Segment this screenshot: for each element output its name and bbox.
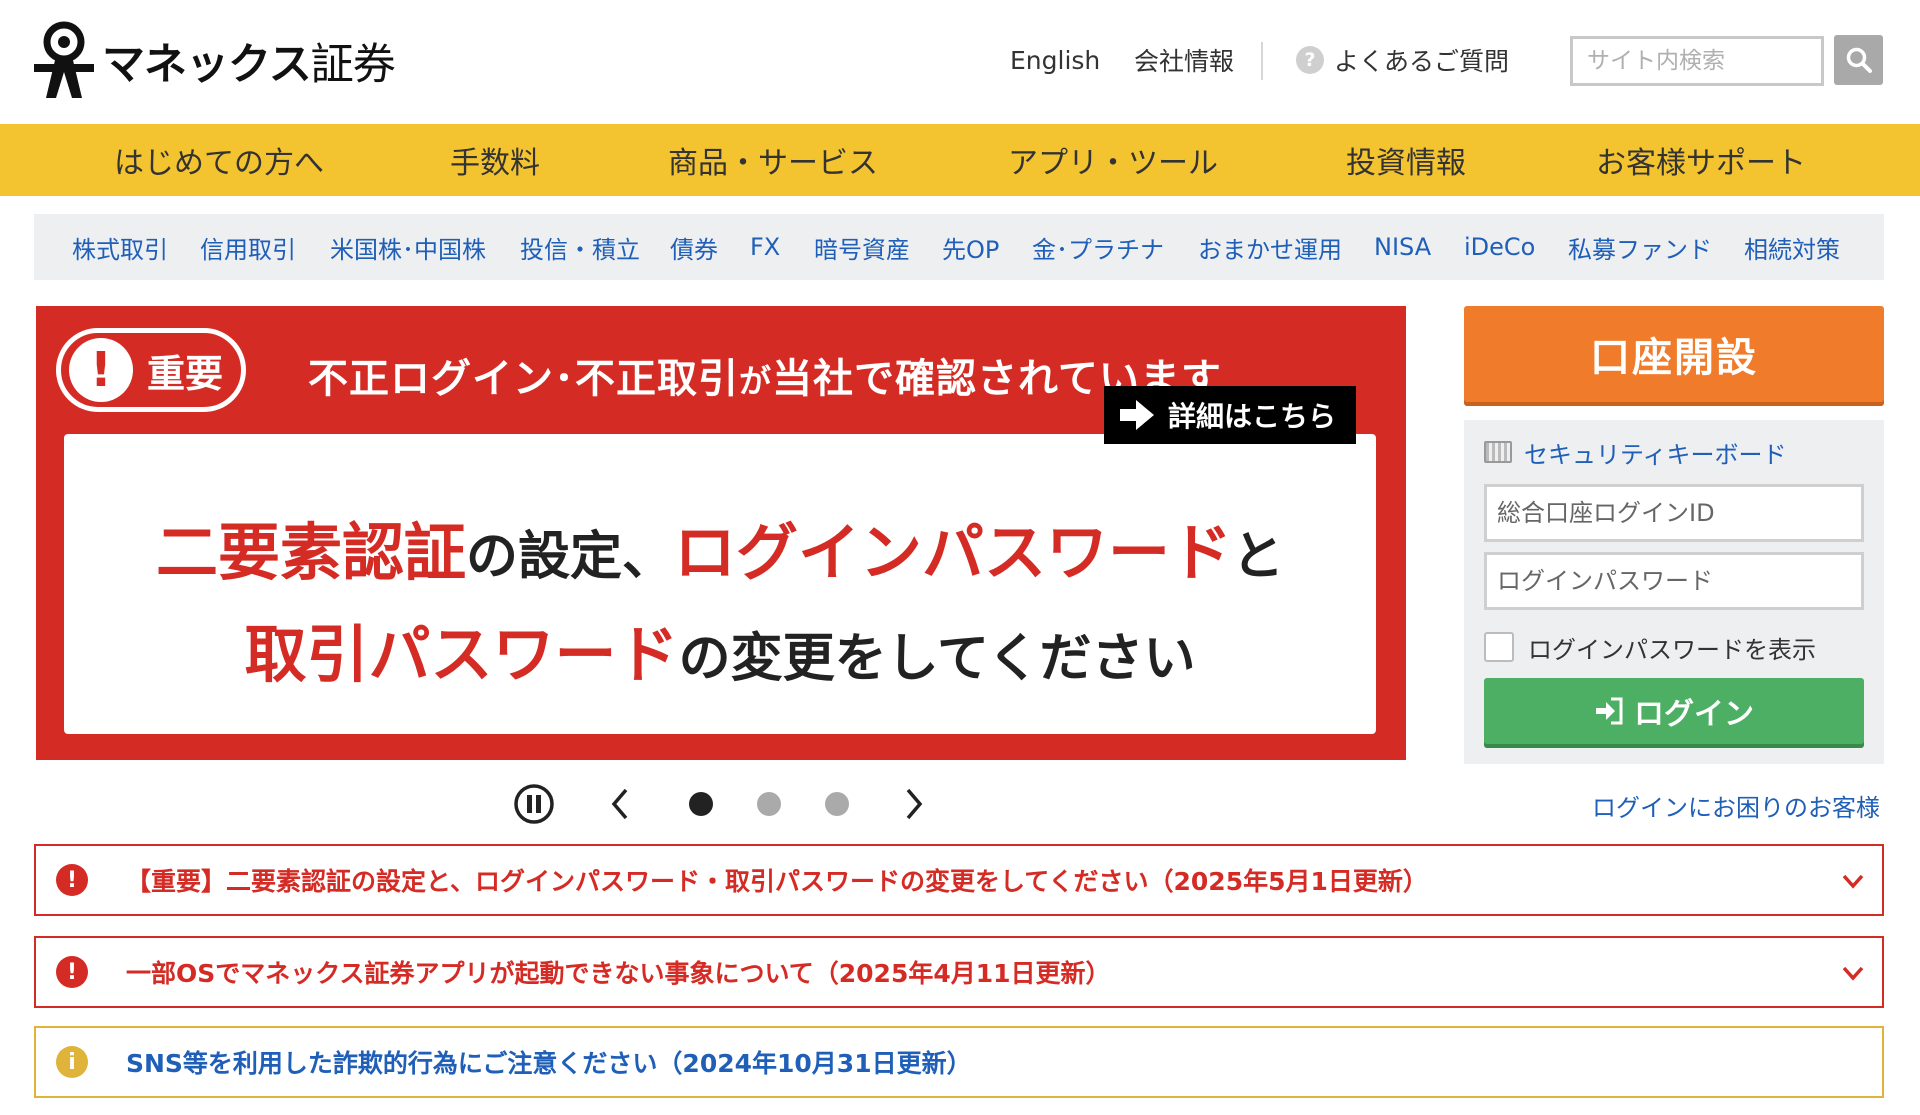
banner-message-panel: 二要素認証の設定、ログインパスワードと 取引パスワードの変更をしてください bbox=[64, 434, 1376, 734]
banner-detail-button[interactable]: 詳細はこちら bbox=[1104, 386, 1356, 444]
login-panel: セキュリティキーボード ログインパスワードを表示 ログイン bbox=[1464, 420, 1884, 764]
main-nav-products[interactable]: 商品・サービス bbox=[668, 124, 878, 196]
login-help-link[interactable]: ログインにお困りのお客様 bbox=[1592, 788, 1880, 823]
notice-text: SNS等を利用した詐欺的行為にご注意ください（2024年10月31日更新） bbox=[126, 1049, 972, 1078]
sub-nav: 株式取引 信用取引 米国株･中国株 投信・積立 債券 FX 暗号資産 先OP 金… bbox=[34, 214, 1884, 280]
arrow-right-icon bbox=[1120, 400, 1154, 430]
chevron-down-icon[interactable] bbox=[1840, 868, 1866, 894]
chevron-right-icon bbox=[906, 788, 923, 820]
alert-icon: ! bbox=[56, 864, 88, 896]
site-search-input[interactable] bbox=[1570, 36, 1824, 86]
info-icon: i bbox=[56, 1046, 88, 1078]
notice-text: 【重要】二要素認証の設定と、ログインパスワード・取引パスワードの変更をしてくださ… bbox=[126, 867, 1428, 896]
carousel-dot-1[interactable] bbox=[689, 792, 713, 816]
exclamation-icon: ! bbox=[69, 338, 133, 402]
banner-message-line2: 取引パスワードの変更をしてください bbox=[244, 618, 1196, 691]
header-divider bbox=[1261, 42, 1263, 80]
sub-nav-private-funds[interactable]: 私募ファンド bbox=[1568, 214, 1712, 280]
notice-item[interactable]: ! 【重要】二要素認証の設定と、ログインパスワード・取引パスワードの変更をしてく… bbox=[34, 844, 1884, 916]
login-button[interactable]: ログイン bbox=[1484, 678, 1864, 744]
show-password-toggle[interactable]: ログインパスワードを表示 bbox=[1484, 630, 1816, 664]
badge-label: 重要 bbox=[147, 351, 224, 396]
open-account-button[interactable]: 口座開設 bbox=[1464, 306, 1884, 402]
banner-message-line1: 二要素認証の設定、ログインパスワードと bbox=[155, 516, 1285, 589]
hero-banner[interactable]: ! 重要 不正ログイン･不正取引が当社で確認されています 二要素認証の設定、ログ… bbox=[36, 306, 1406, 760]
banner-headline: 不正ログイン･不正取引が当社で確認されています bbox=[308, 356, 1222, 402]
sub-nav-funds[interactable]: 投信・積立 bbox=[520, 214, 640, 280]
important-badge: ! 重要 bbox=[56, 328, 246, 412]
keyboard-icon bbox=[1484, 441, 1512, 463]
faq-link[interactable]: ? よくあるご質問 bbox=[1296, 40, 1509, 80]
sub-nav-margin[interactable]: 信用取引 bbox=[200, 214, 296, 280]
sub-nav-gold-platinum[interactable]: 金･プラチナ bbox=[1032, 214, 1164, 280]
carousel-pause-button[interactable] bbox=[512, 780, 556, 828]
site-header: マネックス証券 English 会社情報 ? よくあるご質問 bbox=[0, 0, 1920, 124]
carousel-prev-button[interactable] bbox=[598, 780, 642, 828]
search-button[interactable] bbox=[1834, 35, 1883, 85]
main-nav: はじめての方へ 手数料 商品・サービス アプリ・ツール 投資情報 お客様サポート bbox=[0, 124, 1920, 196]
english-link[interactable]: English bbox=[1010, 40, 1100, 80]
sub-nav-nisa[interactable]: NISA bbox=[1374, 214, 1431, 280]
security-keyboard-link[interactable]: セキュリティキーボード bbox=[1484, 434, 1787, 470]
pause-icon bbox=[514, 784, 554, 824]
sub-nav-inheritance[interactable]: 相続対策 bbox=[1744, 214, 1840, 280]
main-nav-apps-tools[interactable]: アプリ・ツール bbox=[1008, 124, 1218, 196]
faq-label: よくあるご質問 bbox=[1334, 47, 1510, 76]
carousel-dot-2[interactable] bbox=[757, 792, 781, 816]
notice-text: 一部OSでマネックス証券アプリが起動できない事象について（2025年4月11日更… bbox=[126, 959, 1111, 988]
sub-nav-fx[interactable]: FX bbox=[750, 214, 780, 280]
logo-mark-icon bbox=[34, 21, 94, 98]
chevron-left-icon bbox=[611, 788, 628, 820]
company-info-link[interactable]: 会社情報 bbox=[1134, 40, 1234, 80]
sub-nav-stocks[interactable]: 株式取引 bbox=[72, 214, 168, 280]
logo-text: マネックス証券 bbox=[102, 40, 396, 90]
sub-nav-us-china-stocks[interactable]: 米国株･中国株 bbox=[330, 214, 486, 280]
chevron-down-icon[interactable] bbox=[1840, 960, 1866, 986]
login-id-input[interactable] bbox=[1484, 484, 1864, 542]
search-icon bbox=[1846, 47, 1872, 73]
site-logo[interactable]: マネックス証券 bbox=[34, 20, 396, 102]
question-icon: ? bbox=[1296, 46, 1324, 74]
carousel-next-button[interactable] bbox=[892, 780, 936, 828]
carousel-dot-3[interactable] bbox=[825, 792, 849, 816]
sub-nav-bonds[interactable]: 債券 bbox=[670, 214, 718, 280]
sub-nav-robo-advisor[interactable]: おまかせ運用 bbox=[1198, 214, 1342, 280]
main-nav-beginners[interactable]: はじめての方へ bbox=[114, 124, 324, 196]
main-nav-investment-info[interactable]: 投資情報 bbox=[1346, 124, 1466, 196]
main-nav-support[interactable]: お客様サポート bbox=[1596, 124, 1806, 196]
sign-in-icon bbox=[1596, 697, 1623, 725]
sub-nav-futures-options[interactable]: 先OP bbox=[942, 214, 999, 280]
alert-icon: ! bbox=[56, 956, 88, 988]
sub-nav-ideco[interactable]: iDeCo bbox=[1464, 214, 1535, 280]
notice-item[interactable]: ! 一部OSでマネックス証券アプリが起動できない事象について（2025年4月11… bbox=[34, 936, 1884, 1008]
login-password-input[interactable] bbox=[1484, 552, 1864, 610]
notice-item[interactable]: i SNS等を利用した詐欺的行為にご注意ください（2024年10月31日更新） bbox=[34, 1026, 1884, 1098]
sub-nav-crypto[interactable]: 暗号資産 bbox=[814, 214, 910, 280]
show-password-checkbox[interactable] bbox=[1484, 632, 1514, 662]
main-nav-fees[interactable]: 手数料 bbox=[450, 124, 540, 196]
